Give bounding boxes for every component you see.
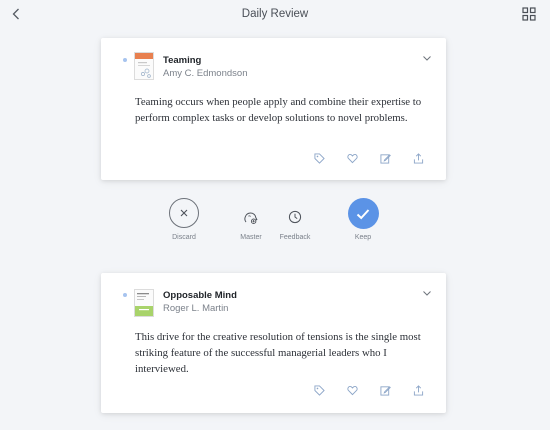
chevron-down-icon[interactable]	[422, 288, 432, 298]
grid-icon	[522, 7, 536, 21]
highlight-card: Opposable Mind Roger L. Martin This driv…	[101, 273, 446, 413]
chevron-down-icon[interactable]	[422, 53, 432, 63]
highlight-quote: Teaming occurs when people apply and com…	[135, 96, 422, 124]
book-cover	[134, 52, 154, 80]
heart-icon[interactable]	[347, 153, 358, 164]
unread-dot	[123, 58, 127, 62]
book-title: Opposable Mind	[163, 290, 237, 301]
grid-view-button[interactable]	[522, 7, 536, 21]
discard-button[interactable]: Discard	[165, 195, 203, 241]
edit-icon[interactable]	[380, 385, 391, 396]
keep-label: Keep	[354, 234, 372, 241]
book-author: Amy C. Edmondson	[163, 68, 248, 79]
share-icon[interactable]	[413, 153, 424, 164]
card-actions	[314, 153, 424, 164]
feedback-button[interactable]: Feedback	[276, 195, 314, 241]
heart-icon[interactable]	[347, 385, 358, 396]
share-icon[interactable]	[413, 385, 424, 396]
highlight-quote: This drive for the creative resolution o…	[135, 331, 421, 375]
master-label: Master	[240, 234, 262, 241]
book-title: Teaming	[163, 55, 202, 66]
discard-label: Discard	[172, 234, 196, 241]
book-cover	[134, 289, 154, 317]
feedback-label: Feedback	[279, 234, 311, 241]
clock-icon	[288, 210, 302, 224]
keep-button[interactable]: Keep	[345, 195, 381, 241]
review-controls: Discard Master Feedback Keep	[0, 195, 550, 250]
book-author: Roger L. Martin	[163, 303, 229, 314]
tag-icon[interactable]	[314, 385, 325, 396]
checkmark-icon	[356, 208, 370, 219]
close-icon	[180, 209, 188, 217]
top-bar: Daily Review	[0, 0, 550, 30]
tag-icon[interactable]	[314, 153, 325, 164]
highlight-card: Teaming Amy C. Edmondson Teaming occurs …	[101, 38, 446, 180]
edit-icon[interactable]	[380, 153, 391, 164]
card-actions	[314, 385, 424, 396]
unread-dot	[123, 293, 127, 297]
page-title: Daily Review	[241, 8, 309, 20]
master-button[interactable]: Master	[236, 195, 266, 241]
brain-icon	[244, 212, 258, 224]
